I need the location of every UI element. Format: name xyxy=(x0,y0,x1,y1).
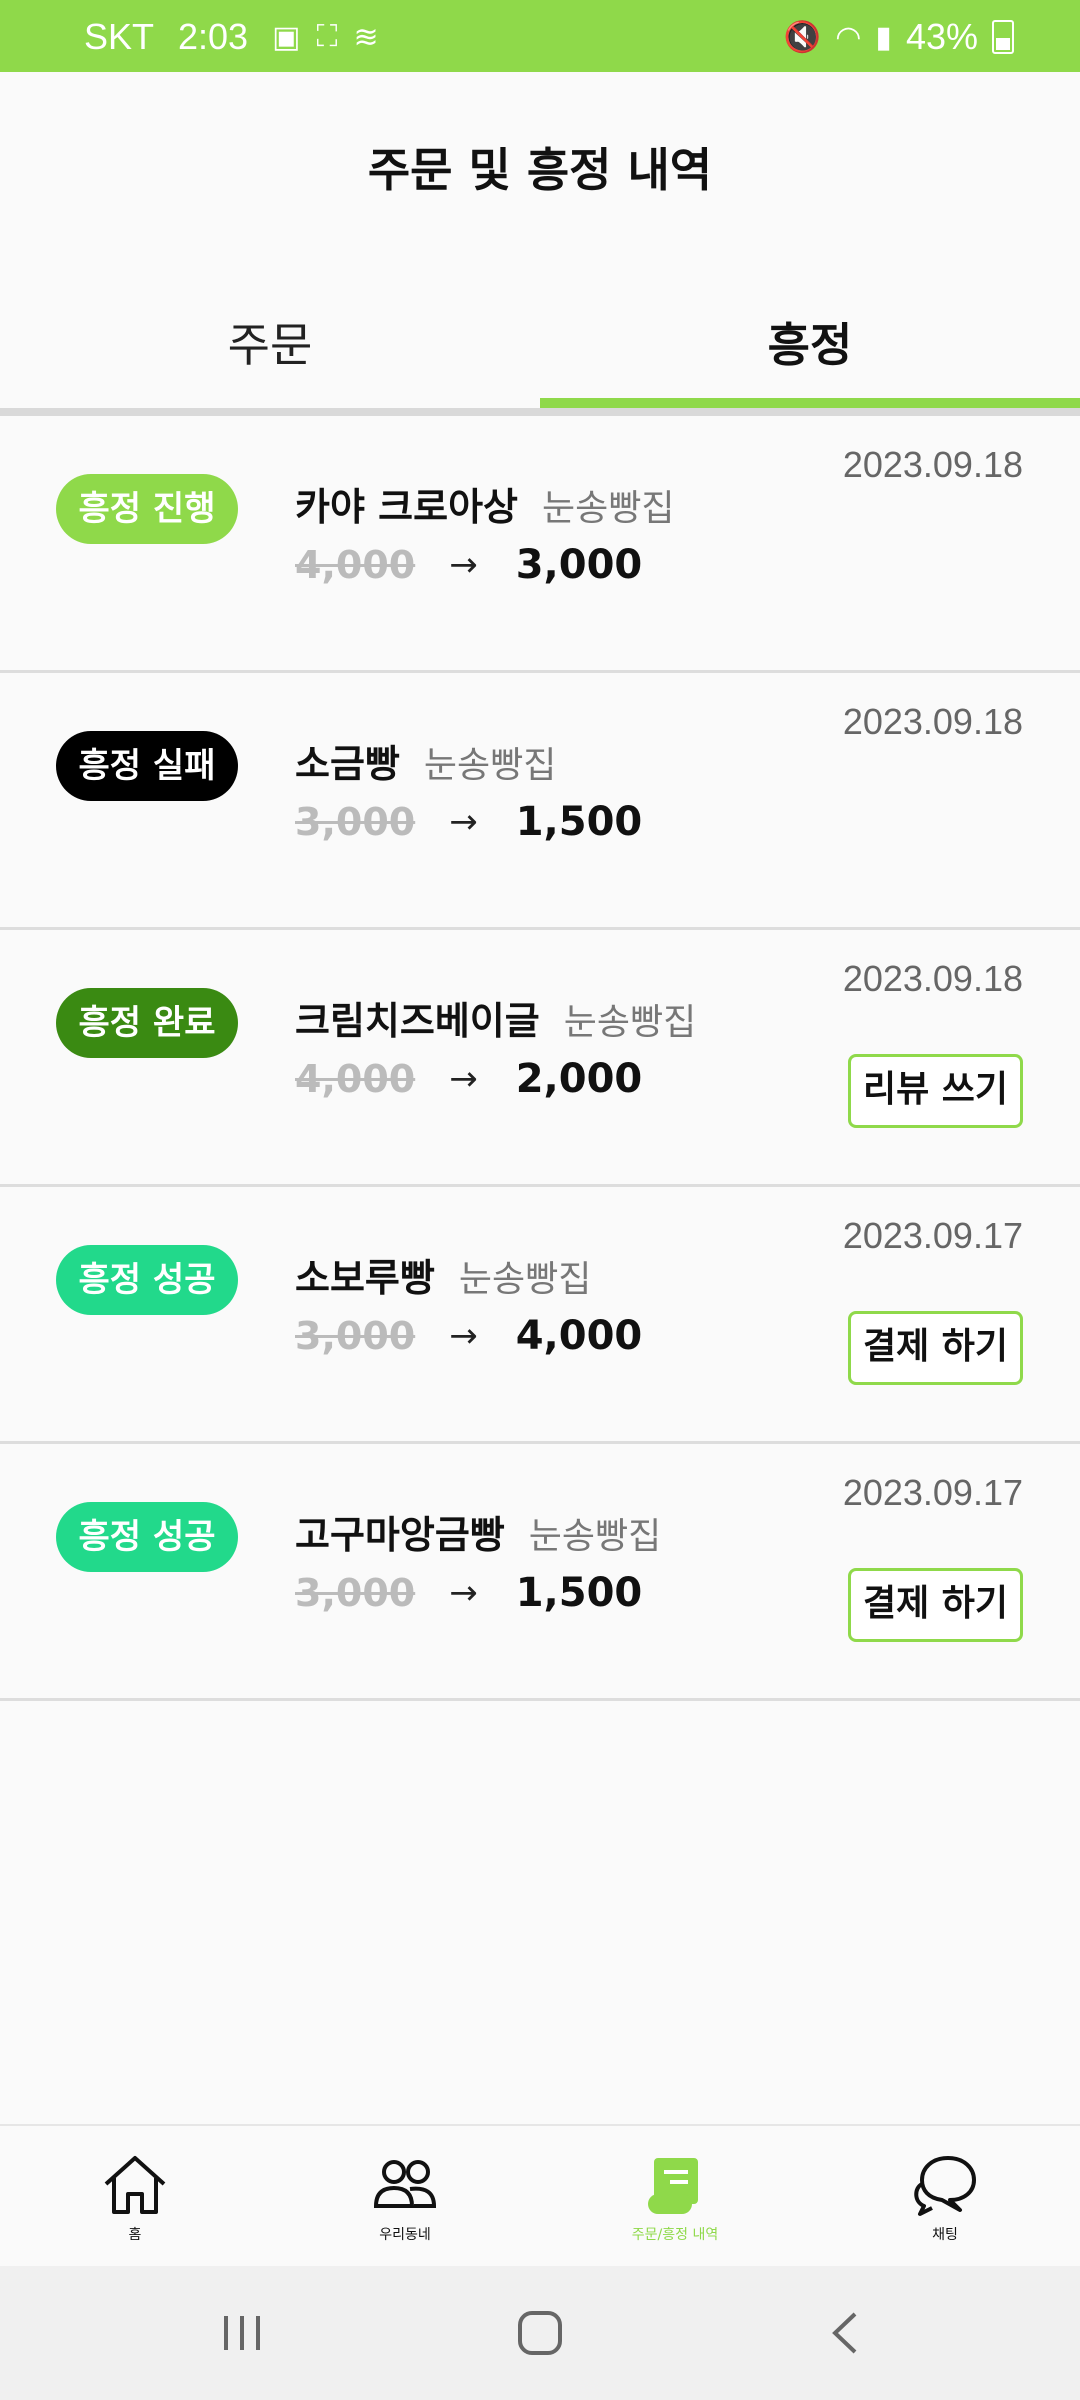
original-price: 3,000 xyxy=(295,800,416,844)
item-title: 소금빵 눈송빵집 xyxy=(295,733,556,788)
status-right: 🔇 ◠ ▮ 43% xyxy=(784,16,1014,58)
product-name: 소금빵 xyxy=(295,742,400,786)
list-item[interactable]: 흥정 실패 소금빵 눈송빵집 3,000 → 1,500 2023.09.18 xyxy=(0,673,1080,930)
shop-name: 눈송빵집 xyxy=(528,1516,662,1557)
product-name: 크림치즈베이글 xyxy=(295,999,540,1043)
page-title: 주문 및 흥정 내역 xyxy=(367,143,713,197)
product-name: 소보루빵 xyxy=(295,1256,435,1300)
status-badge: 흥정 실패 xyxy=(56,731,238,801)
status-bar: SKT 2:03 ▣ ⛶ ≋ 🔇 ◠ ▮ 43% xyxy=(0,0,1080,72)
system-nav-bar xyxy=(0,2266,1080,2400)
status-left: SKT 2:03 ▣ ⛶ ≋ xyxy=(84,16,379,58)
item-title: 소보루빵 눈송빵집 xyxy=(295,1247,591,1302)
product-name: 카야 크로아상 xyxy=(295,485,518,529)
nav-home[interactable]: 홈 xyxy=(35,2152,235,2244)
shop-name: 눈송빵집 xyxy=(458,1259,592,1300)
write-review-button[interactable]: 리뷰 쓰기 xyxy=(847,1054,1023,1128)
clock: 2:03 xyxy=(178,16,249,57)
shop-name: 눈송빵집 xyxy=(542,488,675,529)
nav-orders-label: 주문/흥정 내역 xyxy=(631,2227,719,2243)
nav-orders[interactable]: 주문/흥정 내역 xyxy=(575,2152,775,2244)
chat-icon xyxy=(914,2156,976,2216)
arrow-right-icon: → xyxy=(449,802,478,842)
carrier-label: SKT xyxy=(84,16,155,57)
nav-chat[interactable]: 채팅 xyxy=(845,2152,1045,2244)
battery-icon xyxy=(992,20,1014,54)
tab-haggle[interactable]: 흥정 xyxy=(540,290,1080,408)
battery-percent: 43% xyxy=(905,16,978,57)
original-price: 4,000 xyxy=(295,543,416,587)
price-line: 4,000 → 3,000 xyxy=(295,542,642,588)
screenshot-icon: ⛶ xyxy=(316,20,338,53)
back-icon[interactable] xyxy=(815,2308,875,2358)
haggled-price: 3,000 xyxy=(515,542,643,588)
gallery-icon: ▣ xyxy=(272,20,301,54)
nav-neighbors[interactable]: 우리동네 xyxy=(305,2152,505,2244)
original-price: 3,000 xyxy=(295,1571,416,1615)
page-header: 주문 및 흥정 내역 xyxy=(0,72,1080,262)
nav-home-label: 홈 xyxy=(128,2227,142,2243)
list-item[interactable]: 흥정 성공 고구마앙금빵 눈송빵집 3,000 → 1,500 2023.09.17 … xyxy=(0,1444,1080,1701)
pay-button[interactable]: 결제 하기 xyxy=(847,1568,1023,1642)
app-icon: ≋ xyxy=(353,20,379,54)
arrow-right-icon: → xyxy=(449,545,478,585)
tab-divider xyxy=(0,408,1080,416)
item-title: 고구마앙금빵 눈송빵집 xyxy=(295,1504,661,1559)
signal-icon: ▮ xyxy=(875,20,892,54)
mute-icon: 🔇 xyxy=(783,20,822,54)
date-label: 2023.09.18 xyxy=(842,958,1023,999)
haggled-price: 4,000 xyxy=(515,1313,643,1359)
date-label: 2023.09.17 xyxy=(842,1472,1023,1513)
date-label: 2023.09.18 xyxy=(842,701,1023,742)
list-item[interactable]: 흥정 성공 소보루빵 눈송빵집 3,000 → 4,000 2023.09.17 결제… xyxy=(0,1187,1080,1444)
receipt-icon xyxy=(648,2158,698,2214)
pay-button[interactable]: 결제 하기 xyxy=(847,1311,1023,1385)
date-label: 2023.09.17 xyxy=(842,1215,1023,1256)
price-line: 4,000 → 2,000 xyxy=(295,1056,642,1102)
recent-apps-icon[interactable] xyxy=(212,2308,272,2358)
nav-chat-label: 채팅 xyxy=(932,2227,958,2243)
price-line: 3,000 → 1,500 xyxy=(295,1570,642,1616)
nav-neighbors-label: 우리동네 xyxy=(379,2227,431,2243)
haggled-price: 2,000 xyxy=(515,1056,643,1102)
price-line: 3,000 → 1,500 xyxy=(295,799,642,845)
neighbors-icon xyxy=(373,2160,437,2208)
original-price: 4,000 xyxy=(295,1057,416,1101)
date-label: 2023.09.18 xyxy=(842,444,1023,485)
list-item[interactable]: 흥정 진행 카야 크로아상 눈송빵집 4,000 → 3,000 2023.09.18 xyxy=(0,416,1080,673)
haggled-price: 1,500 xyxy=(515,1570,643,1616)
notification-icons: ▣ ⛶ ≋ xyxy=(272,20,379,55)
status-badge: 흥정 진행 xyxy=(56,474,238,544)
arrow-right-icon: → xyxy=(449,1573,478,1613)
original-price: 3,000 xyxy=(295,1314,416,1358)
home-button-icon[interactable] xyxy=(510,2308,570,2358)
item-title: 카야 크로아상 눈송빵집 xyxy=(295,476,674,531)
price-line: 3,000 → 4,000 xyxy=(295,1313,642,1359)
haggled-price: 1,500 xyxy=(515,799,643,845)
shop-name: 눈송빵집 xyxy=(563,1002,697,1043)
arrow-right-icon: → xyxy=(449,1059,478,1099)
status-badge: 흥정 성공 xyxy=(56,1502,238,1572)
status-badge: 흥정 완료 xyxy=(56,988,238,1058)
home-icon xyxy=(104,2156,166,2214)
status-badge: 흥정 성공 xyxy=(56,1245,238,1315)
active-tab-indicator xyxy=(540,398,1080,408)
arrow-right-icon: → xyxy=(449,1316,478,1356)
tab-bar: 주문 흥정 xyxy=(0,290,1080,416)
product-name: 고구마앙금빵 xyxy=(295,1513,505,1557)
shop-name: 눈송빵집 xyxy=(423,745,557,786)
tab-order[interactable]: 주문 xyxy=(0,290,540,408)
bottom-nav: 홈 우리동네 주문/흥정 내역 채팅 xyxy=(0,2124,1080,2266)
haggle-list: 흥정 진행 카야 크로아상 눈송빵집 4,000 → 3,000 2023.09.18… xyxy=(0,416,1080,1701)
item-title: 크림치즈베이글 눈송빵집 xyxy=(295,990,696,1045)
list-item[interactable]: 흥정 완료 크림치즈베이글 눈송빵집 4,000 → 2,000 2023.09.18… xyxy=(0,930,1080,1187)
wifi-icon: ◠ xyxy=(835,20,862,54)
